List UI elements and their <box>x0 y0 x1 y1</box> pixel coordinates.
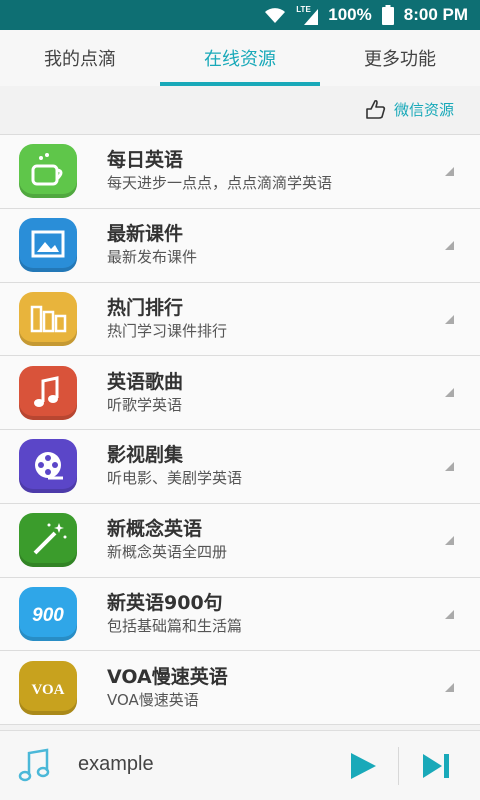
item-subtitle: 听歌学英语 <box>107 395 183 414</box>
player-divider <box>398 747 399 785</box>
tab-label: 更多功能 <box>364 49 436 70</box>
item-texts: 每日英语 每天进步一点点，点点滴滴学英语 <box>107 148 332 194</box>
svg-text:VOA: VOA <box>31 682 64 698</box>
item-title: 新英语900句 <box>107 591 223 614</box>
list-item-new-concept-english[interactable]: 新概念英语 新概念英语全四册 <box>0 503 480 578</box>
list-item-english-900[interactable]: 900 新英语900句 包括基础篇和生活篇 <box>0 577 480 652</box>
list-item-hot-ranking[interactable]: 热门排行 热门学习课件排行 <box>0 282 480 357</box>
list-item-latest-courseware[interactable]: 最新课件 最新发布课件 <box>0 208 480 283</box>
item-texts: VOA慢速英语 VOA慢速英语 <box>107 665 228 711</box>
item-title: 英语歌曲 <box>107 370 184 393</box>
wifi-icon <box>265 8 286 23</box>
item-title: 热门排行 <box>107 296 184 319</box>
tab-bar: 我的点滴 在线资源 更多功能 <box>0 30 480 86</box>
magic-wand-icon <box>19 513 77 568</box>
list-item-daily-english[interactable]: 每日英语 每天进步一点点，点点滴滴学英语 <box>0 135 480 209</box>
item-texts: 最新课件 最新发布课件 <box>107 222 197 268</box>
battery-percent: 100% <box>328 5 372 24</box>
item-texts: 影视剧集 听电影、美剧学英语 <box>107 443 242 489</box>
tab-online-resources[interactable]: 在线资源 <box>160 30 320 86</box>
signal-icon: LTE <box>296 5 319 25</box>
corner-arrow-icon <box>445 462 454 471</box>
item-subtitle: 热门学习课件排行 <box>107 321 228 340</box>
wechat-resources-label: 微信资源 <box>393 100 454 119</box>
item-title: VOA慢速英语 <box>107 665 228 688</box>
item-texts: 新英语900句 包括基础篇和生活篇 <box>107 591 242 637</box>
item-texts: 热门排行 热门学习课件排行 <box>107 296 227 342</box>
corner-arrow-icon <box>445 167 454 176</box>
corner-arrow-icon <box>445 683 454 693</box>
resource-list: 每日英语 每天进步一点点，点点滴滴学英语 最新课件 最新发布课件 热门排行 热门… <box>0 134 480 725</box>
tab-label: 在线资源 <box>204 49 276 70</box>
voa-icon: VOA <box>19 660 77 715</box>
wechat-row: 微信资源 <box>0 86 480 134</box>
item-subtitle: VOA慢速英语 <box>107 690 199 709</box>
list-item-movies-series[interactable]: 影视剧集 听电影、美剧学英语 <box>0 430 480 504</box>
status-bar: LTE 100% 8:00 PM <box>0 0 480 30</box>
item-subtitle: 包括基础篇和生活篇 <box>107 616 243 635</box>
picture-icon <box>19 218 77 273</box>
corner-arrow-icon <box>445 535 454 545</box>
tab-label: 我的点滴 <box>44 49 116 70</box>
svg-text:900: 900 <box>32 605 64 626</box>
clock: 8:00 PM <box>403 5 468 24</box>
item-title: 新概念英语 <box>107 518 203 541</box>
music-note-icon <box>19 365 77 420</box>
item-subtitle: 新概念英语全四册 <box>107 543 228 562</box>
next-track-button[interactable] <box>420 751 452 781</box>
900-icon: 900 <box>19 586 77 641</box>
player-bar: example <box>0 730 480 800</box>
status-icons: LTE 100% 8:00 PM <box>264 0 468 30</box>
list-item-english-songs[interactable]: 英语歌曲 听歌学英语 <box>0 356 480 430</box>
item-title: 最新课件 <box>107 223 184 246</box>
tab-more-features[interactable]: 更多功能 <box>320 30 480 86</box>
music-note-icon <box>18 748 50 782</box>
item-title: 影视剧集 <box>107 444 184 467</box>
film-reel-icon <box>19 439 77 494</box>
corner-arrow-icon <box>445 609 454 619</box>
tab-my-drops[interactable]: 我的点滴 <box>0 30 160 86</box>
network-label: LTE <box>296 5 311 14</box>
item-subtitle: 每天进步一点点，点点滴滴学英语 <box>107 174 333 193</box>
ranking-bars-icon <box>19 291 77 346</box>
corner-arrow-icon <box>445 314 454 324</box>
wechat-resources-link[interactable]: 微信资源 <box>364 98 454 120</box>
play-button[interactable] <box>348 751 378 781</box>
corner-arrow-icon <box>445 388 454 398</box>
list-item-voa-slow-english[interactable]: VOA VOA慢速英语 VOA慢速英语 <box>0 651 480 725</box>
corner-arrow-icon <box>445 240 454 250</box>
cup-icon <box>19 144 77 199</box>
item-texts: 新概念英语 新概念英语全四册 <box>107 517 227 563</box>
track-name: example <box>78 753 154 775</box>
item-title: 每日英语 <box>107 149 184 172</box>
item-texts: 英语歌曲 听歌学英语 <box>107 370 183 416</box>
item-subtitle: 听电影、美剧学英语 <box>107 469 243 488</box>
battery-icon <box>381 5 394 25</box>
item-subtitle: 最新发布课件 <box>107 248 198 267</box>
thumbs-up-icon <box>366 99 386 119</box>
